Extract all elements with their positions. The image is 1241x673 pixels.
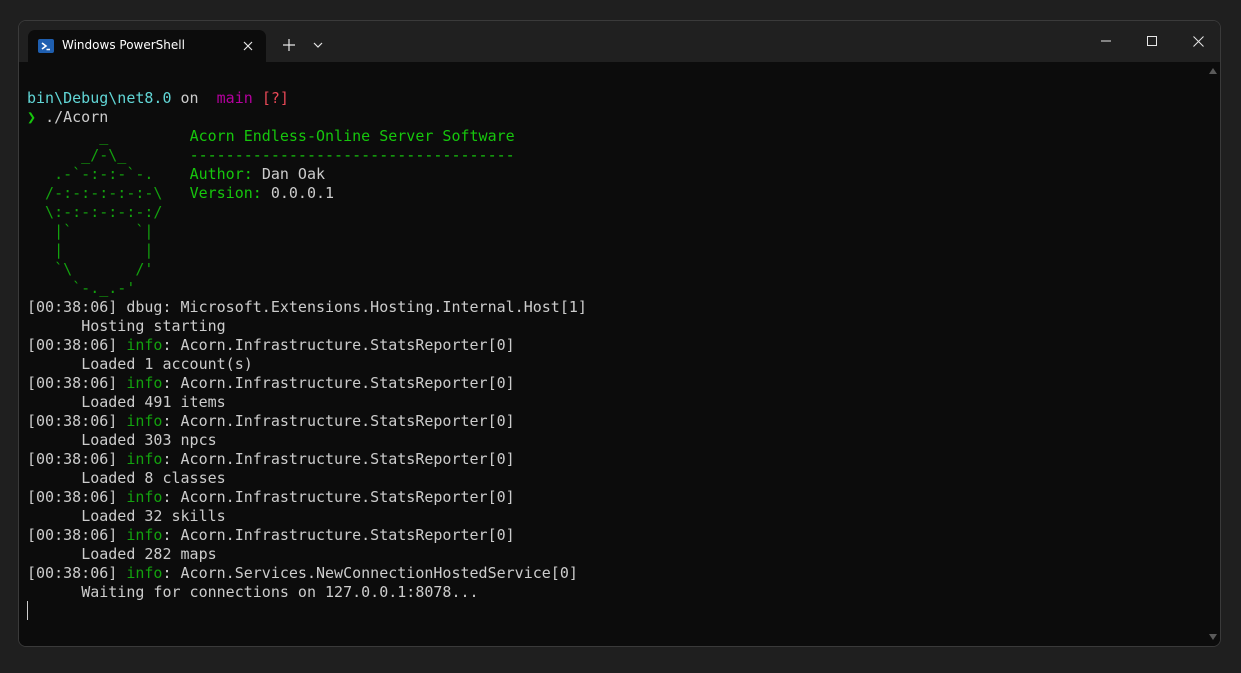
command-text: ./Acorn [45, 108, 109, 126]
banner-rule: ------------------------------------ [189, 146, 515, 164]
prompt-on: on [171, 89, 208, 107]
banner-row: `\ /' [27, 260, 153, 278]
log-source: Acorn.Infrastructure.StatsReporter[0] [180, 336, 515, 354]
powershell-icon [38, 39, 54, 53]
log-message: Loaded 8 classes [81, 469, 226, 487]
log-level: info [126, 526, 163, 544]
banner-row: \:-:-:-:-:-:/ [27, 203, 162, 221]
command-line: ❯ ./Acorn [27, 108, 108, 126]
minimize-icon [1101, 40, 1111, 42]
log-message: Waiting for connections on 127.0.0.1:807… [81, 583, 479, 601]
log-timestamp: [00:38:06] [27, 374, 118, 392]
terminal-text: bin\Debug\net8.0 on main [?] ❯ ./Acorn _… [27, 89, 587, 602]
log-timestamp: [00:38:06] [27, 488, 118, 506]
git-branch: main [216, 89, 253, 107]
maximize-icon [1147, 36, 1157, 46]
log-message: Loaded 1 account(s) [81, 355, 253, 373]
close-icon [243, 41, 253, 51]
log-entry: [00:38:06] dbug: Microsoft.Extensions.Ho… [27, 298, 587, 335]
log-timestamp: [00:38:06] [27, 336, 118, 354]
acorn-ascii-art-line: | | [27, 241, 154, 259]
log-timestamp: [00:38:06] [27, 412, 118, 430]
prompt-path: bin\Debug\net8.0 [27, 89, 172, 107]
maximize-button[interactable] [1129, 21, 1175, 61]
log-output: [00:38:06] dbug: Microsoft.Extensions.Ho… [27, 298, 587, 601]
acorn-ascii-art-line: |` `| [27, 222, 154, 240]
chevron-down-icon [313, 42, 323, 48]
banner-row: `-._.-' [27, 279, 135, 297]
version-value: 0.0.0.1 [270, 184, 335, 202]
log-level: info [126, 488, 163, 506]
banner-row: _/-\_ ----------------------------------… [27, 146, 515, 164]
log-level: info [126, 564, 163, 582]
banner-title: Acorn Endless-Online Server Software [189, 127, 515, 145]
title-bar: Windows PowerShell [19, 21, 1220, 62]
prompt-chevron-icon: ❯ [27, 108, 37, 126]
log-level: info [126, 412, 163, 430]
log-message: Loaded 282 maps [81, 545, 217, 563]
log-source: Acorn.Infrastructure.StatsReporter[0] [180, 412, 515, 430]
version-label: Version: [189, 184, 262, 202]
plus-icon [283, 39, 295, 51]
scrollbar[interactable] [1206, 62, 1220, 646]
author-label: Author: [189, 165, 253, 183]
text-cursor [27, 601, 28, 620]
log-source: Acorn.Infrastructure.StatsReporter[0] [180, 450, 515, 468]
log-timestamp: [00:38:06] [27, 564, 118, 582]
log-message: Loaded 491 items [81, 393, 226, 411]
log-timestamp: [00:38:06] [27, 526, 118, 544]
log-level: dbug [126, 298, 163, 316]
acorn-ascii-art-line: _ [27, 127, 109, 145]
log-message: Hosting starting [81, 317, 226, 335]
tab-title: Windows PowerShell [62, 38, 185, 52]
banner-row: | | [27, 241, 153, 259]
log-source: Acorn.Infrastructure.StatsReporter[0] [180, 526, 515, 544]
git-status: [?] [261, 89, 289, 107]
acorn-ascii-art-line: `\ /' [27, 260, 154, 278]
log-entry: [00:38:06] info: Acorn.Infrastructure.St… [27, 374, 515, 411]
tab-dropdown-button[interactable] [303, 31, 333, 59]
log-source: Microsoft.Extensions.Hosting.Internal.Ho… [180, 298, 587, 316]
banner-row: .-`-:-:-`-. Author: Dan Oak [27, 165, 325, 183]
acorn-ascii-art-line: /-:-:-:-:-:-\ [27, 184, 163, 202]
terminal-window: Windows PowerShell bin\Debug\net8.0 on m… [18, 20, 1221, 647]
acorn-ascii-art-line: \:-:-:-:-:-:/ [27, 203, 163, 221]
log-entry: [00:38:06] info: Acorn.Infrastructure.St… [27, 526, 515, 563]
log-entry: [00:38:06] info: Acorn.Infrastructure.St… [27, 336, 515, 373]
tab-close-button[interactable] [236, 34, 260, 58]
author-value: Dan Oak [261, 165, 326, 183]
scroll-down-icon[interactable] [1209, 634, 1217, 640]
banner-row: |` `| [27, 222, 153, 240]
log-entry: [00:38:06] info: Acorn.Services.NewConne… [27, 564, 578, 601]
close-icon [1192, 35, 1204, 47]
banner-row: /-:-:-:-:-:-\ Version: 0.0.0.1 [27, 184, 334, 202]
close-window-button[interactable] [1175, 21, 1220, 61]
acorn-ascii-art-line: `-._.-' [27, 279, 136, 297]
log-level: info [126, 374, 163, 392]
acorn-ascii-art-line: .-`-:-:-`-. [27, 165, 154, 183]
log-source: Acorn.Services.NewConnectionHostedServic… [180, 564, 578, 582]
prompt-line: bin\Debug\net8.0 on main [?] [27, 89, 289, 107]
new-tab-button[interactable] [274, 31, 304, 59]
log-timestamp: [00:38:06] [27, 298, 118, 316]
log-level: info [126, 336, 163, 354]
banner-row: _ Acorn Endless-Online Server Software [27, 127, 515, 145]
minimize-button[interactable] [1083, 21, 1129, 61]
log-message: Loaded 32 skills [81, 507, 226, 525]
tab-windows-powershell[interactable]: Windows PowerShell [28, 30, 266, 62]
log-entry: [00:38:06] info: Acorn.Infrastructure.St… [27, 450, 515, 487]
acorn-ascii-art-line: _/-\_ [27, 146, 127, 164]
acorn-banner: _ Acorn Endless-Online Server Software _… [27, 127, 515, 297]
log-message: Loaded 303 npcs [81, 431, 217, 449]
log-level: info [126, 450, 163, 468]
log-entry: [00:38:06] info: Acorn.Infrastructure.St… [27, 412, 515, 449]
log-timestamp: [00:38:06] [27, 450, 118, 468]
log-entry: [00:38:06] info: Acorn.Infrastructure.St… [27, 488, 515, 525]
scroll-up-icon[interactable] [1209, 68, 1217, 74]
log-source: Acorn.Infrastructure.StatsReporter[0] [180, 374, 515, 392]
log-source: Acorn.Infrastructure.StatsReporter[0] [180, 488, 515, 506]
terminal-output[interactable]: bin\Debug\net8.0 on main [?] ❯ ./Acorn _… [19, 62, 1206, 646]
